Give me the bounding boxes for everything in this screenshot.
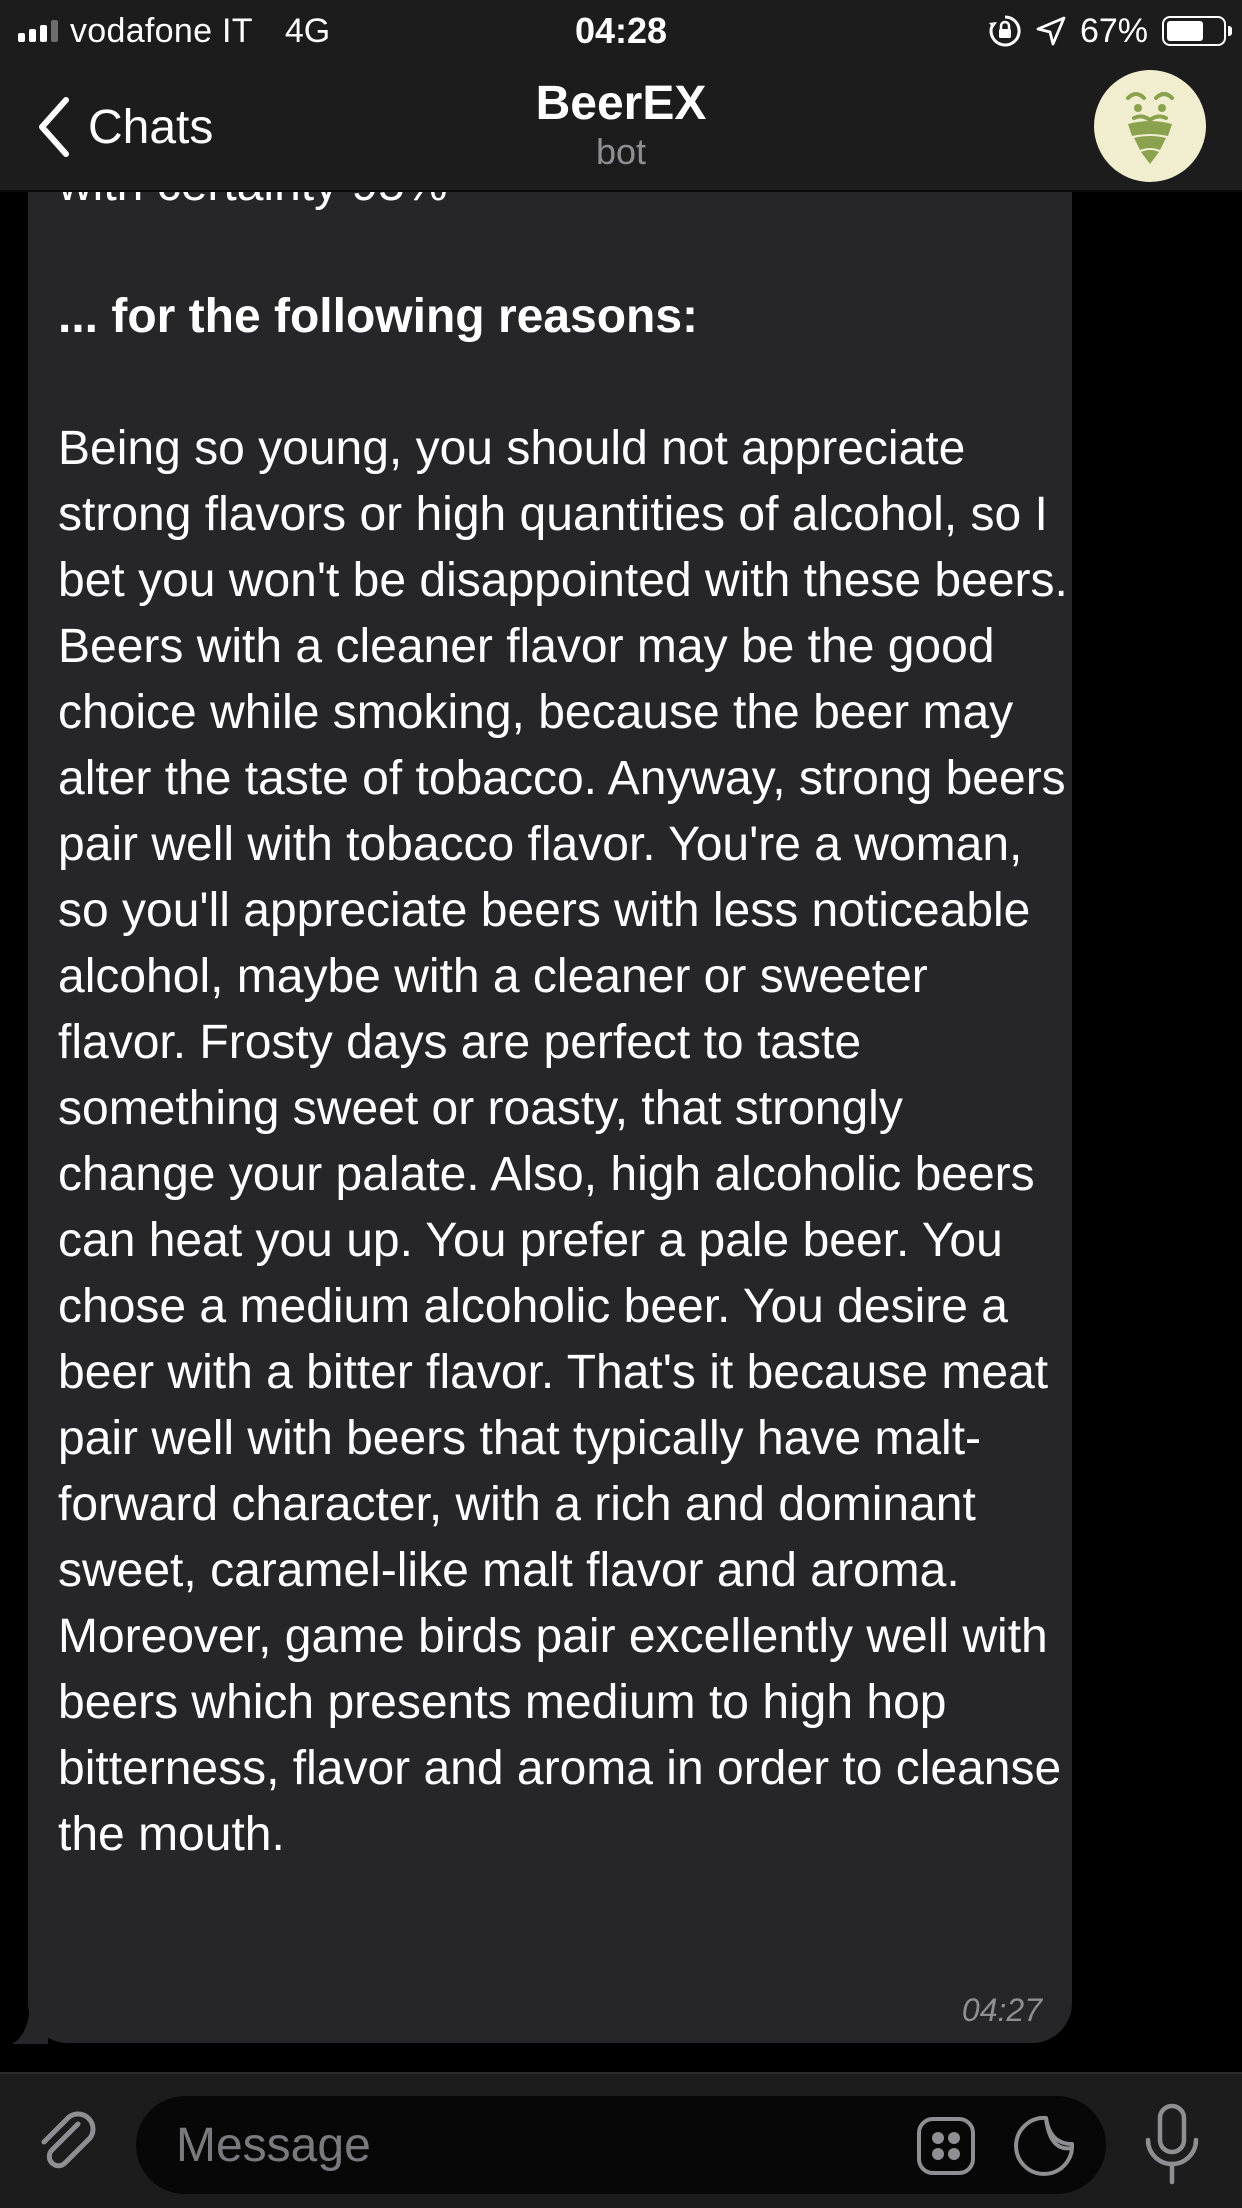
battery-icon (1162, 16, 1232, 46)
message-timestamp: 04:27 (961, 1992, 1042, 2028)
microphone-icon[interactable] (1140, 2102, 1204, 2186)
chat-title: BeerEX (535, 77, 707, 130)
avatar[interactable] (1094, 70, 1206, 182)
message-line-certainty: with certainty 95% (58, 192, 1068, 218)
message-reasons-heading: ... for the following reasons: (58, 290, 699, 343)
incoming-message-bubble[interactable]: with certainty 95% ... for the following… (28, 192, 1072, 2043)
message-body: Being so young, you should not appreciat… (58, 422, 1068, 1861)
location-arrow-icon (1036, 16, 1066, 46)
status-right: 67% (988, 10, 1232, 52)
battery-level (1167, 21, 1204, 41)
input-bar (0, 2072, 1242, 2208)
nav-bar: Chats BeerEX bot (0, 62, 1242, 192)
chat-screen: vodafone IT 4G 04:28 67% Chats BeerEX bo… (0, 0, 1242, 2208)
hop-mascot-icon (1126, 92, 1174, 164)
chat-header[interactable]: BeerEX bot (0, 76, 1242, 172)
message-text: with certainty 95% ... for the following… (58, 192, 1068, 1868)
bot-commands-icon[interactable] (916, 2116, 976, 2176)
battery-percent: 67% (1079, 11, 1148, 50)
orientation-lock-icon (988, 15, 1021, 47)
message-list[interactable]: with certainty 95% ... for the following… (0, 192, 1242, 2072)
status-bar: vodafone IT 4G 04:28 67% (0, 0, 1242, 62)
attachment-icon[interactable] (30, 2104, 104, 2178)
sticker-icon[interactable] (1012, 2114, 1076, 2178)
chat-subtitle: bot (595, 131, 647, 172)
